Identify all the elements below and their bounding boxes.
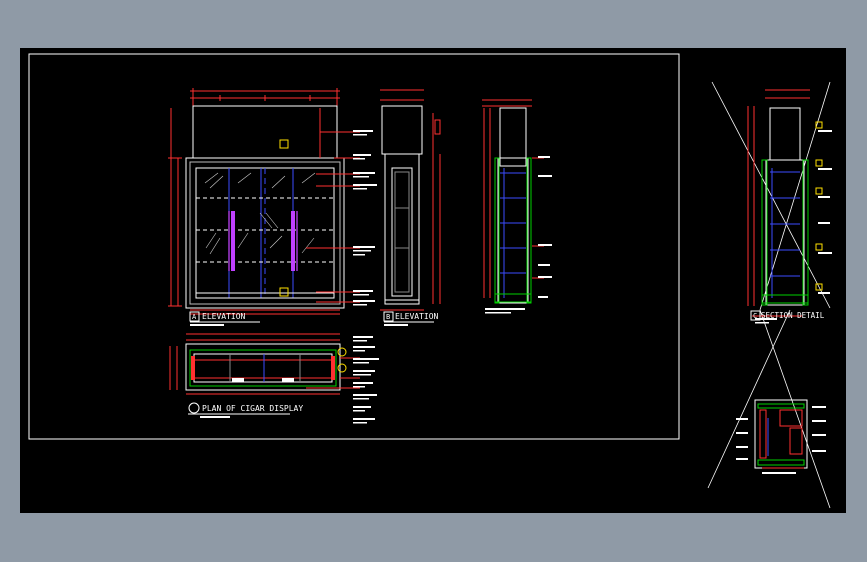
small-detail-drawing xyxy=(736,399,826,474)
elevation-b-title: ELEVATION xyxy=(395,312,439,321)
elevation-b-drawing xyxy=(380,89,441,311)
plan-drawing xyxy=(169,333,360,395)
elevation-a-title: ELEVATION xyxy=(202,312,246,321)
plan-notes xyxy=(353,336,379,424)
cad-drawing-canvas[interactable]: A ELEVATION B ELEVATION PLAN OF CIGAR DI… xyxy=(20,48,846,513)
plan-title: PLAN OF CIGAR DISPLAY xyxy=(202,404,303,413)
elevation-a-notes xyxy=(353,130,377,306)
title-section-detail: C SECTION DETAIL xyxy=(750,310,825,321)
marker-b-label: B xyxy=(386,313,390,321)
cad-drawing: A ELEVATION B ELEVATION PLAN OF CIGAR DI… xyxy=(28,53,832,509)
section-detail-drawing xyxy=(707,81,832,509)
section-c-drawing xyxy=(482,99,552,314)
marker-c-label: C xyxy=(753,312,757,320)
title-elevation-b: B ELEVATION xyxy=(383,311,439,326)
title-plan: PLAN OF CIGAR DISPLAY xyxy=(188,402,303,418)
section-detail-title: SECTION DETAIL xyxy=(761,311,825,320)
elevation-a-drawing xyxy=(168,88,360,315)
